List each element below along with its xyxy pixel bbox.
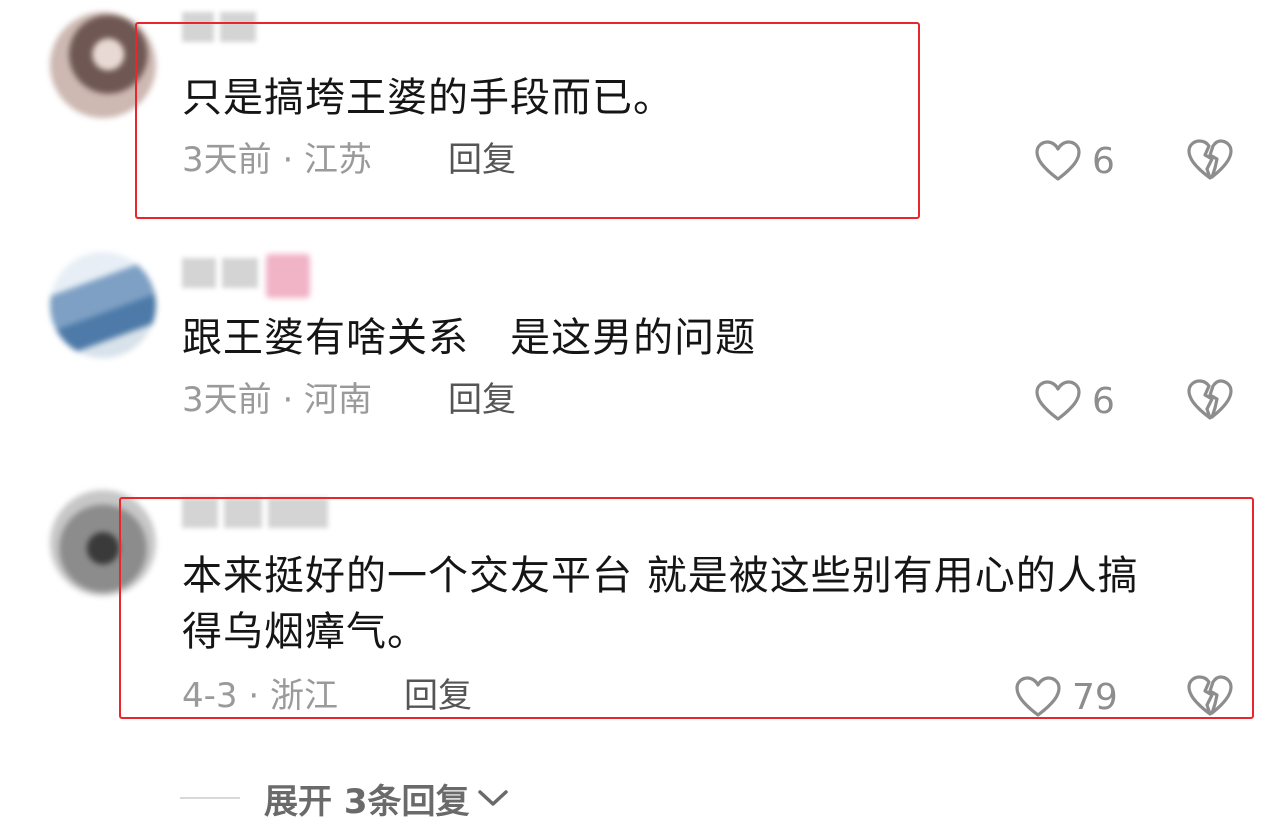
expand-replies-label: 展开 3条回复 [264,781,470,822]
like-button[interactable]: 6 [1034,376,1115,426]
expand-replies-button[interactable]: 展开 3条回复 [180,770,510,826]
reply-button[interactable]: 回复 [448,380,516,420]
like-count: 6 [1092,380,1115,422]
broken-heart-icon[interactable] [1186,138,1234,182]
reply-button[interactable]: 回复 [448,140,516,180]
comment-meta: 4-3 · 浙江 [182,676,338,716]
comment-text: 只是搞垮王婆的手段而已。 [182,75,674,121]
username-blurred[interactable] [182,498,334,532]
like-count: 79 [1072,676,1118,718]
user-badge [266,254,310,298]
comment-text: 本来挺好的一个交友平台 就是被这些别有用心的人搞 得乌烟瘴气。 [182,548,1242,660]
like-button[interactable]: 6 [1034,136,1115,186]
username-blurred[interactable] [182,12,262,46]
divider-line [180,797,240,799]
heart-outline-icon [1015,676,1061,717]
comment-text-line: 本来挺好的一个交友平台 就是被这些别有用心的人搞 [182,553,1139,599]
comment-text: 跟王婆有啥关系 是这男的问题 [182,315,757,361]
comment-text-line: 得乌烟瘴气。 [182,609,428,655]
broken-heart-icon[interactable] [1186,674,1234,718]
like-button[interactable]: 79 [1014,672,1118,722]
broken-heart-icon[interactable] [1186,378,1234,422]
chevron-down-icon [477,790,508,806]
comment-meta: 3天前 · 河南 [182,380,373,420]
reply-button[interactable]: 回复 [404,676,472,716]
comment-meta: 3天前 · 江苏 [182,140,373,180]
heart-outline-icon [1035,140,1081,181]
username-blurred[interactable] [182,258,264,292]
avatar[interactable] [50,252,156,358]
avatar[interactable] [50,490,156,596]
like-count: 6 [1092,140,1115,182]
avatar[interactable] [50,12,156,118]
heart-outline-icon [1035,380,1081,421]
